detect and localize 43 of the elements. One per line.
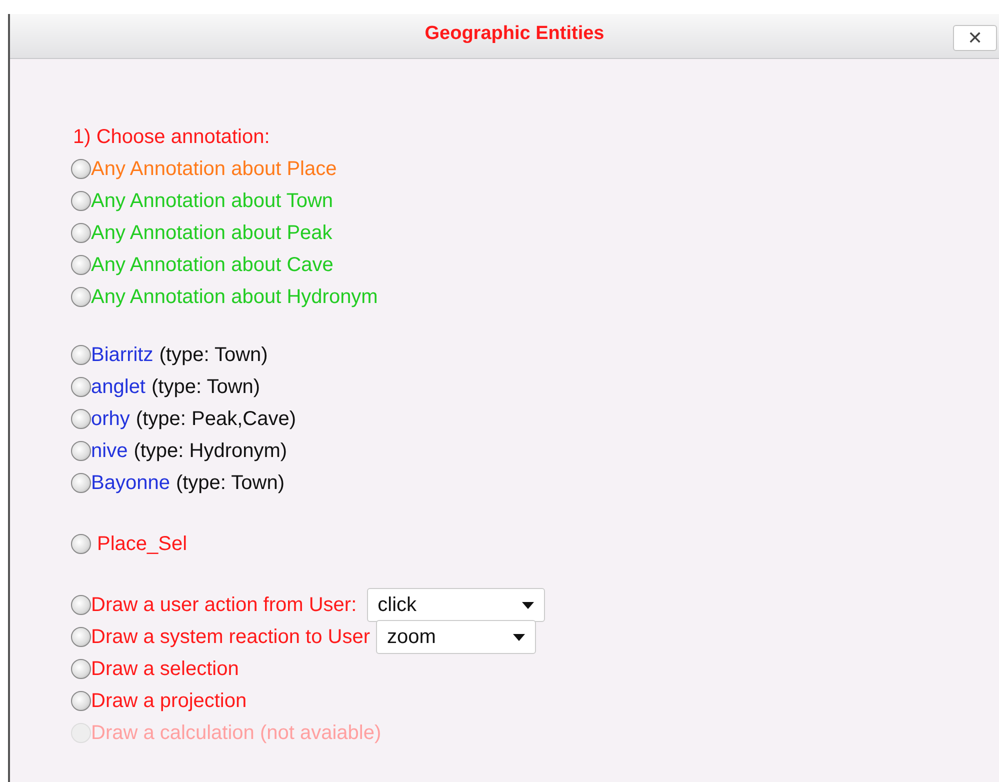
option-label: Any Annotation about Cave bbox=[91, 254, 334, 276]
option-label: Draw a projection bbox=[91, 690, 247, 712]
dropdown[interactable]: click bbox=[366, 588, 545, 622]
option-label: Any Annotation about Hydronym bbox=[91, 286, 378, 308]
radio-button[interactable] bbox=[71, 255, 91, 275]
option-label: Any Annotation about Place bbox=[91, 158, 337, 180]
entity-name: Bayonne bbox=[91, 472, 170, 494]
radio-button[interactable] bbox=[71, 287, 91, 307]
entity-type: (type: Hydronym) bbox=[134, 440, 288, 462]
caret-icon bbox=[522, 602, 534, 608]
option-label: Any Annotation about Peak bbox=[91, 222, 332, 244]
entity-type: (type: Town) bbox=[152, 376, 260, 398]
radio-button[interactable] bbox=[71, 691, 91, 711]
option-label: Place_Sel bbox=[97, 532, 188, 556]
radio-button[interactable] bbox=[71, 659, 91, 679]
radio-button[interactable] bbox=[71, 409, 91, 429]
radio-button[interactable] bbox=[71, 377, 91, 397]
radio-button[interactable] bbox=[71, 534, 91, 554]
radio-button[interactable] bbox=[71, 627, 91, 647]
option-label: Draw a user action from User: bbox=[91, 594, 357, 616]
radio-button[interactable] bbox=[71, 159, 91, 179]
option-label: Draw a calculation (not avaiable) bbox=[91, 722, 382, 744]
option-label: Draw a selection bbox=[91, 658, 239, 680]
close-button[interactable]: ✕ bbox=[953, 25, 997, 51]
entity-name: Biarritz bbox=[91, 344, 154, 366]
radio-button[interactable] bbox=[71, 441, 91, 461]
section-heading: 1) Choose annotation: bbox=[73, 125, 271, 150]
radio-button[interactable] bbox=[71, 473, 91, 493]
dropdown[interactable]: zoom bbox=[376, 620, 536, 654]
option-label: Any Annotation about Town bbox=[91, 190, 334, 212]
option-label: Draw a system reaction to User bbox=[91, 626, 370, 648]
entity-type: (type: Town) bbox=[159, 344, 268, 366]
radio-button[interactable] bbox=[71, 345, 91, 365]
window-title: Geographic Entities bbox=[424, 23, 604, 45]
radio-button[interactable] bbox=[71, 223, 91, 243]
entity-type: (type: Town) bbox=[176, 472, 285, 494]
radio-button[interactable] bbox=[71, 595, 91, 615]
entity-type: (type: Peak,Cave) bbox=[136, 408, 296, 430]
entity-name: orhy bbox=[91, 408, 130, 430]
entity-name: anglet bbox=[91, 376, 146, 398]
radio-button[interactable] bbox=[71, 191, 91, 211]
entity-name: nive bbox=[91, 440, 128, 462]
caret-icon bbox=[512, 634, 525, 640]
